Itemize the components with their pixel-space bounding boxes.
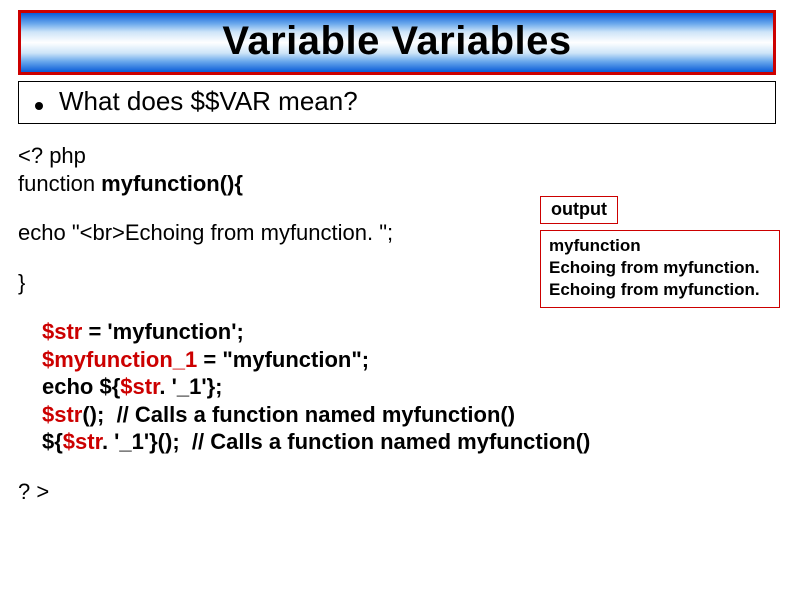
output-label: output [540, 196, 618, 224]
var-str: $str [63, 429, 102, 454]
code-line: echo ${$str. '_1'}; [42, 373, 776, 401]
assign: = 'myfunction'; [82, 319, 243, 344]
call-comment: . '_1'}(); // Calls a function named myf… [102, 429, 590, 454]
code-line: <? php [18, 142, 776, 170]
output-line: myfunction [549, 235, 771, 257]
echo-suffix: . '_1'}; [159, 374, 222, 399]
code-line: $str(); // Calls a function named myfunc… [42, 401, 776, 429]
bullet-box: What does $$VAR mean? [18, 81, 776, 124]
var-str: $str [42, 402, 82, 427]
code-line: function myfunction(){ [18, 170, 776, 198]
php-open: <? php [18, 143, 86, 168]
code-line: ? > [18, 478, 776, 506]
title-banner: Variable Variables [18, 10, 776, 75]
var-myfunc1: $myfunction_1 [42, 347, 197, 372]
code-indent-block: $str = 'myfunction'; $myfunction_1 = "my… [18, 318, 776, 456]
kw-function: function [18, 171, 101, 196]
code-line: $str = 'myfunction'; [42, 318, 776, 346]
output-line: Echoing from myfunction. [549, 279, 771, 301]
close-brace: } [18, 270, 25, 295]
assign: = "myfunction"; [197, 347, 369, 372]
dollar-brace: ${ [42, 429, 63, 454]
output-box: myfunction Echoing from myfunction. Echo… [540, 230, 780, 308]
bullet-row: What does $$VAR mean? [29, 86, 765, 117]
echo-line: echo "<br>Echoing from myfunction. "; [18, 220, 393, 245]
php-close: ? > [18, 479, 49, 504]
code-line: ${$str. '_1'}(); // Calls a function nam… [42, 428, 776, 456]
echo-prefix: echo ${ [42, 374, 120, 399]
slide-title: Variable Variables [222, 19, 571, 63]
var-str: $str [120, 374, 159, 399]
bullet-dot-icon [35, 102, 43, 110]
bullet-text: What does $$VAR mean? [59, 86, 358, 117]
output-line: Echoing from myfunction. [549, 257, 771, 279]
call-comment: (); // Calls a function named myfunction… [82, 402, 515, 427]
output-panel: output myfunction Echoing from myfunctio… [540, 196, 780, 308]
var-str: $str [42, 319, 82, 344]
func-name: myfunction(){ [101, 171, 243, 196]
code-line: $myfunction_1 = "myfunction"; [42, 346, 776, 374]
